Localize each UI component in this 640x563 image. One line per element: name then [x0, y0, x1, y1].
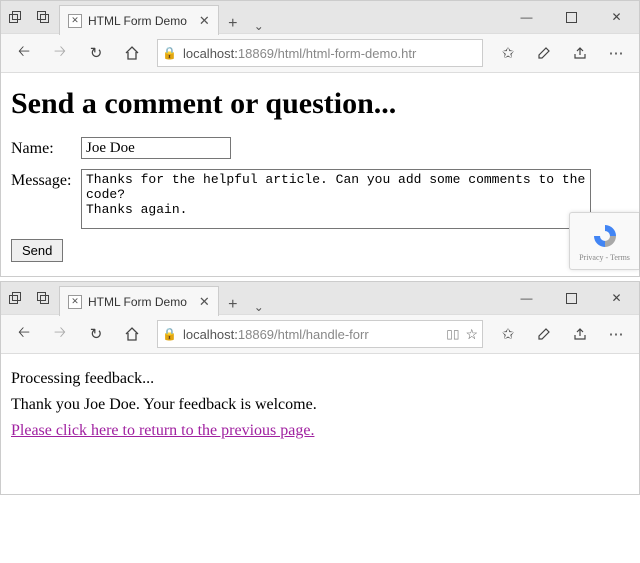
minimize-button[interactable]: — — [504, 282, 549, 314]
reading-view-icon[interactable]: ▯▯ — [446, 327, 459, 341]
tab-strip: ✕ HTML Form Demo ✕ + ⌄ — [59, 282, 271, 314]
toolbar: 🡠 🡢 ↻ 🔒 localhost: 18869/html/html-form-… — [1, 33, 639, 73]
name-input[interactable] — [81, 137, 231, 159]
favicon-placeholder-icon: ✕ — [68, 14, 82, 28]
home-button[interactable] — [115, 319, 149, 349]
tab-title: HTML Form Demo — [88, 295, 187, 309]
more-menu-icon[interactable]: ⋯ — [599, 319, 633, 349]
maximize-button[interactable] — [549, 1, 594, 33]
more-menu-icon[interactable]: ⋯ — [599, 38, 633, 68]
close-window-button[interactable]: ✕ — [594, 1, 639, 33]
tabs-chevron-icon[interactable]: ⌄ — [247, 300, 271, 314]
address-path: 18869/html/html-form-demo.htr — [238, 46, 416, 61]
titlebar: ✕ HTML Form Demo ✕ + ⌄ — ✕ — [1, 282, 639, 314]
close-tab-icon[interactable]: ✕ — [199, 13, 210, 29]
refresh-button[interactable]: ↻ — [79, 38, 113, 68]
message-textarea[interactable]: Thanks for the helpful article. Can you … — [81, 169, 591, 229]
address-bar[interactable]: 🔒 localhost: 18869/html/html-form-demo.h… — [157, 39, 483, 67]
address-bar[interactable]: 🔒 localhost: 18869/html/handle-forr ▯▯ ☆ — [157, 320, 483, 348]
processing-text: Processing feedback... — [11, 370, 629, 388]
favorites-star-outline-icon[interactable]: ✩ — [491, 38, 525, 68]
address-host: localhost: — [183, 327, 238, 342]
page-content-form: Send a comment or question... Name: Mess… — [1, 73, 639, 276]
share-icon[interactable] — [563, 38, 597, 68]
recaptcha-icon — [590, 221, 620, 251]
window-controls: — ✕ — [504, 1, 639, 33]
page-content-result: Processing feedback... Thank you Joe Doe… — [1, 354, 639, 494]
favicon-placeholder-icon: ✕ — [68, 295, 82, 309]
tabs-chevron-icon[interactable]: ⌄ — [247, 19, 271, 33]
new-tab-button[interactable]: + — [219, 15, 247, 33]
favorite-star-icon[interactable]: ☆ — [465, 326, 478, 343]
maximize-button[interactable] — [549, 282, 594, 314]
tab-title: HTML Form Demo — [88, 14, 187, 28]
recaptcha-badge[interactable]: Privacy - Terms — [569, 212, 639, 270]
home-button[interactable] — [115, 38, 149, 68]
window-overlap-left-icon[interactable] — [1, 1, 29, 33]
return-link[interactable]: Please click here to return to the previ… — [11, 422, 314, 439]
close-window-button[interactable]: ✕ — [594, 282, 639, 314]
toolbar: 🡠 🡢 ↻ 🔒 localhost: 18869/html/handle-for… — [1, 314, 639, 354]
window-controls: — ✕ — [504, 282, 639, 314]
refresh-button[interactable]: ↻ — [79, 319, 113, 349]
notes-pen-icon[interactable] — [527, 38, 561, 68]
forward-button[interactable]: 🡢 — [43, 319, 77, 349]
minimize-button[interactable]: — — [504, 1, 549, 33]
message-label: Message: — [11, 169, 81, 190]
browser-tab[interactable]: ✕ HTML Form Demo ✕ — [59, 286, 219, 316]
new-tab-button[interactable]: + — [219, 296, 247, 314]
back-button[interactable]: 🡠 — [7, 319, 41, 349]
forward-button[interactable]: 🡢 — [43, 38, 77, 68]
name-label: Name: — [11, 137, 81, 158]
form-row-name: Name: — [11, 137, 629, 159]
browser-window-1: ✕ HTML Form Demo ✕ + ⌄ — ✕ 🡠 🡢 ↻ 🔒 local… — [0, 0, 640, 277]
notes-pen-icon[interactable] — [527, 319, 561, 349]
back-button[interactable]: 🡠 — [7, 38, 41, 68]
address-path: 18869/html/handle-forr — [238, 327, 369, 342]
tab-strip: ✕ HTML Form Demo ✕ + ⌄ — [59, 1, 271, 33]
page-heading: Send a comment or question... — [11, 87, 629, 121]
titlebar: ✕ HTML Form Demo ✕ + ⌄ — ✕ — [1, 1, 639, 33]
thanks-text: Thank you Joe Doe. Your feedback is welc… — [11, 396, 629, 414]
window-overlap-left-icon[interactable] — [1, 282, 29, 314]
close-tab-icon[interactable]: ✕ — [199, 294, 210, 310]
share-icon[interactable] — [563, 319, 597, 349]
lock-icon: 🔒 — [162, 327, 177, 341]
browser-window-2: ✕ HTML Form Demo ✕ + ⌄ — ✕ 🡠 🡢 ↻ 🔒 local… — [0, 281, 640, 495]
address-host: localhost: — [183, 46, 238, 61]
form-row-message: Message: Thanks for the helpful article.… — [11, 169, 629, 229]
favorites-star-outline-icon[interactable]: ✩ — [491, 319, 525, 349]
browser-tab[interactable]: ✕ HTML Form Demo ✕ — [59, 5, 219, 35]
recaptcha-text: Privacy - Terms — [579, 253, 630, 262]
send-button[interactable]: Send — [11, 239, 63, 262]
lock-icon: 🔒 — [162, 46, 177, 60]
window-overlap-right-icon[interactable] — [29, 282, 57, 314]
window-overlap-right-icon[interactable] — [29, 1, 57, 33]
